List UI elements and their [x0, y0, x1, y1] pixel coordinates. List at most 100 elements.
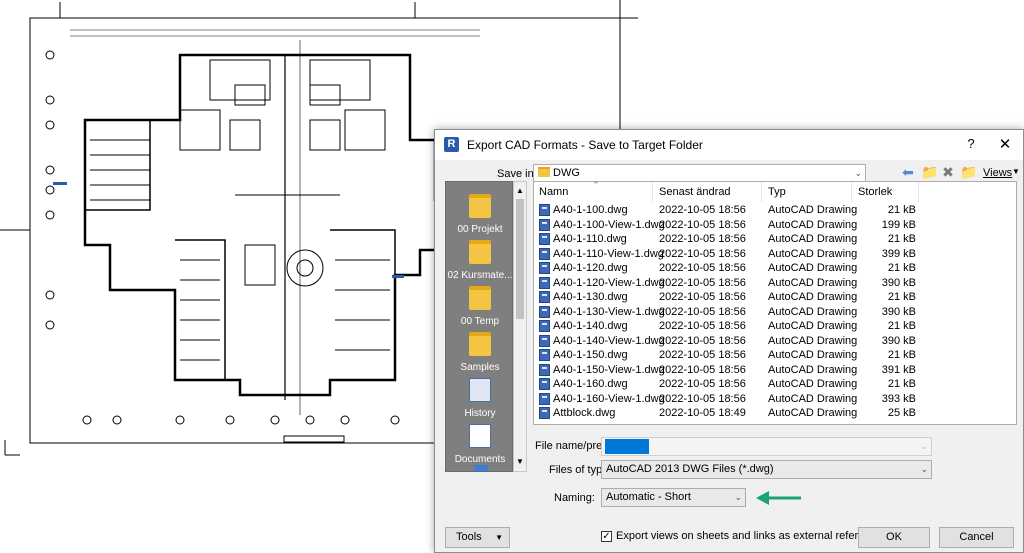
folder-icon: [469, 194, 491, 218]
file-size: 21 kB: [887, 320, 916, 332]
file-name: Attblock.dwg: [553, 407, 616, 419]
column-type[interactable]: Typ: [768, 186, 786, 198]
folder-icon: [469, 286, 491, 310]
delete-icon[interactable]: ✖: [940, 164, 956, 180]
file-size: 25 kB: [887, 407, 916, 419]
file-row[interactable]: A40-1-160.dwg 2022-10-05 18:56 AutoCAD Dra…: [534, 377, 1016, 392]
file-name: A40-1-130.dwg: [553, 291, 628, 303]
close-button[interactable]: ✕: [995, 135, 1015, 155]
dwg-file-icon: [539, 218, 550, 231]
documents-icon: [469, 424, 491, 448]
file-row[interactable]: A40-1-120.dwg 2022-10-05 18:56 AutoCAD Dra…: [534, 261, 1016, 276]
cancel-button[interactable]: Cancel: [939, 527, 1014, 548]
scroll-thumb[interactable]: [516, 199, 524, 319]
dwg-file-icon: [539, 363, 550, 376]
file-row[interactable]: A40-1-100.dwg 2022-10-05 18:56 AutoCAD Dra…: [534, 203, 1016, 218]
annotation-arrow-icon: [756, 491, 801, 505]
save-in-label: Save in:: [497, 168, 537, 180]
export-views-checkbox[interactable]: ✓: [601, 531, 612, 542]
file-date: 2022-10-05 18:56: [659, 262, 746, 274]
file-type: AutoCAD Drawing: [768, 407, 858, 419]
file-size: 21 kB: [887, 349, 916, 361]
column-size[interactable]: Storlek: [858, 186, 892, 198]
column-date[interactable]: Senast ändrad: [659, 186, 731, 198]
scroll-down-icon[interactable]: ▼: [514, 455, 526, 469]
views-menu[interactable]: Views: [983, 167, 1012, 179]
file-date: 2022-10-05 18:56: [659, 349, 746, 361]
file-row[interactable]: A40-1-110.dwg 2022-10-05 18:56 AutoCAD Dra…: [534, 232, 1016, 247]
place-label: 02 Kursmate...: [447, 270, 513, 281]
dwg-file-icon: [539, 305, 550, 318]
list-header: ⌃ Namn Senast ändrad Typ Storlek: [534, 180, 1016, 202]
dwg-file-icon: [539, 262, 550, 274]
file-date: 2022-10-05 18:56: [659, 392, 746, 405]
file-type: AutoCAD Drawing: [768, 349, 858, 361]
file-row[interactable]: A40-1-110-View-1.dwg 2022-10-05 18:56 Auto…: [534, 247, 1016, 262]
place-label: History: [464, 408, 496, 419]
file-size: 21 kB: [887, 233, 916, 245]
save-in-value: DWG: [553, 167, 580, 179]
file-name-input[interactable]: ⌄: [601, 437, 932, 456]
file-name: A40-1-150.dwg: [553, 349, 628, 361]
places-scrollbar[interactable]: ▲ ▼: [513, 181, 527, 472]
desktop-icon: [474, 465, 488, 471]
file-type: AutoCAD Drawing: [768, 262, 858, 274]
file-date: 2022-10-05 18:56: [659, 233, 746, 245]
file-name: A40-1-160.dwg: [553, 378, 628, 390]
ok-button[interactable]: OK: [858, 527, 930, 548]
file-row[interactable]: A40-1-100-View-1.dwg 2022-10-05 18:56 Auto…: [534, 218, 1016, 233]
files-of-type-select[interactable]: AutoCAD 2013 DWG Files (*.dwg) ⌄: [601, 460, 932, 479]
place-00-projekt[interactable]: 00 Projekt: [446, 194, 512, 235]
scroll-up-icon[interactable]: ▲: [514, 184, 526, 198]
file-size: 390 kB: [881, 276, 916, 289]
file-name: A40-1-110.dwg: [553, 233, 627, 245]
place-02-kursmate[interactable]: 02 Kursmate...: [446, 240, 513, 281]
chevron-down-icon: ⌄: [920, 464, 928, 474]
up-folder-icon[interactable]: 📁: [921, 164, 938, 180]
file-row[interactable]: A40-1-150-View-1.dwg 2022-10-05 18:56 Auto…: [534, 363, 1016, 378]
file-size: 199 kB: [881, 218, 916, 231]
file-size: 390 kB: [881, 305, 916, 318]
file-row[interactable]: A40-1-130.dwg 2022-10-05 18:56 AutoCAD Dra…: [534, 290, 1016, 305]
sort-ascending-icon: ⌃: [592, 180, 600, 190]
file-date: 2022-10-05 18:56: [659, 320, 746, 332]
file-type: AutoCAD Drawing: [768, 204, 858, 216]
export-cad-dialog: R Export CAD Formats - Save to Target Fo…: [434, 129, 1024, 553]
folder-icon: [538, 167, 550, 177]
file-row[interactable]: Attblock.dwg 2022-10-05 18:49 AutoCAD Draw…: [534, 406, 1016, 421]
file-row[interactable]: A40-1-160-View-1.dwg 2022-10-05 18:56 Auto…: [534, 392, 1016, 407]
file-row[interactable]: A40-1-140-View-1.dwg 2022-10-05 18:56 Auto…: [534, 334, 1016, 349]
file-date: 2022-10-05 18:56: [659, 247, 746, 260]
file-name: A40-1-140-View-1.dwg: [553, 334, 665, 347]
help-button[interactable]: ?: [961, 136, 981, 154]
file-row[interactable]: A40-1-130-View-1.dwg 2022-10-05 18:56 Auto…: [534, 305, 1016, 320]
back-icon[interactable]: ⬅: [900, 164, 916, 180]
title-bar[interactable]: R Export CAD Formats - Save to Target Fo…: [435, 130, 1023, 160]
place-samples[interactable]: Samples: [446, 332, 512, 373]
file-date: 2022-10-05 18:56: [659, 291, 746, 303]
dwg-file-icon: [539, 349, 550, 361]
tools-button[interactable]: Tools ▼: [445, 527, 510, 548]
new-folder-icon[interactable]: 📁: [960, 164, 977, 180]
place-history[interactable]: History: [446, 378, 512, 419]
naming-select[interactable]: Automatic - Short ⌄: [601, 488, 746, 507]
file-size: 21 kB: [887, 378, 916, 390]
file-row[interactable]: A40-1-140.dwg 2022-10-05 18:56 AutoCAD Dra…: [534, 319, 1016, 334]
file-row[interactable]: A40-1-120-View-1.dwg 2022-10-05 18:56 Auto…: [534, 276, 1016, 291]
views-chevron-icon[interactable]: ▼: [1012, 167, 1020, 176]
file-date: 2022-10-05 18:49: [659, 407, 746, 419]
file-date: 2022-10-05 18:56: [659, 378, 746, 390]
file-date: 2022-10-05 18:56: [659, 305, 746, 318]
file-size: 390 kB: [881, 334, 916, 347]
dwg-file-icon: [539, 320, 550, 332]
dwg-file-icon: [539, 204, 550, 216]
column-name[interactable]: Namn: [539, 186, 568, 198]
file-row[interactable]: A40-1-150.dwg 2022-10-05 18:56 AutoCAD Dra…: [534, 348, 1016, 363]
file-size: 21 kB: [887, 262, 916, 274]
export-views-label[interactable]: Export views on sheets and links as exte…: [616, 530, 887, 542]
file-type: AutoCAD Drawing: [768, 363, 858, 376]
file-size: 21 kB: [887, 204, 916, 216]
place-documents[interactable]: Documents: [446, 424, 512, 465]
folder-icon: [469, 240, 491, 264]
place-00-temp[interactable]: 00 Temp: [446, 286, 512, 327]
